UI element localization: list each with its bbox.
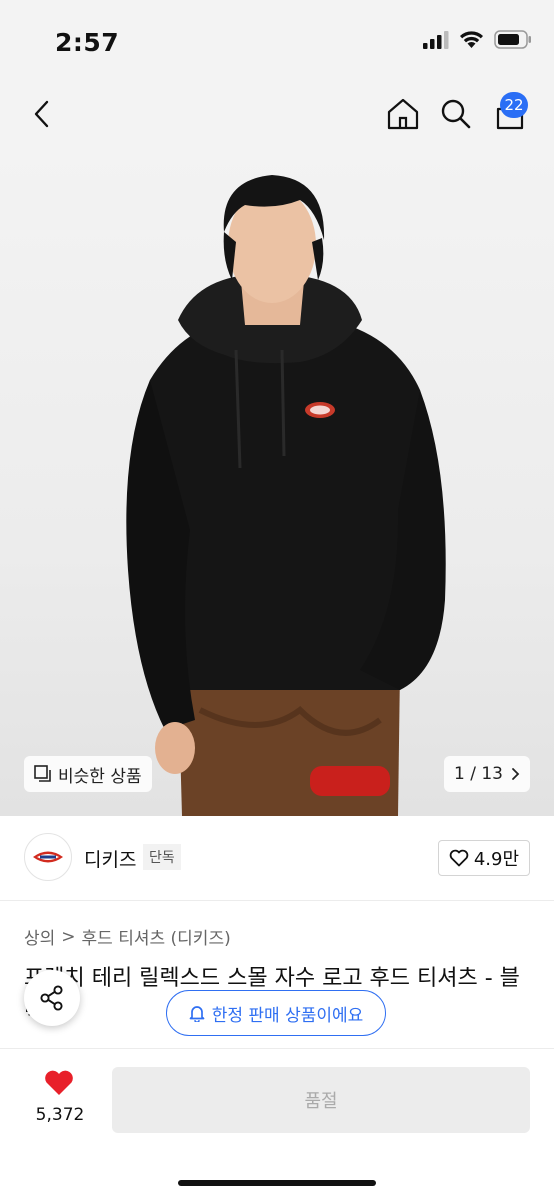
chevron-left-icon [34,100,49,128]
dickies-logo-icon [33,851,63,863]
top-nav-bar [0,80,554,150]
image-page-count: 1 / 13 [454,764,503,784]
home-button[interactable] [383,94,423,134]
wifi-icon [459,30,484,53]
limited-sale-notice[interactable]: 한정 판매 상품이에요 [166,990,386,1036]
search-icon [441,99,471,129]
heart-outline-icon [449,849,469,867]
search-button[interactable] [436,94,476,134]
cart-count-badge: 22 [500,92,528,118]
battery-icon [494,30,532,53]
status-icons [423,30,532,53]
breadcrumb: 상의 > 후드 티셔츠 (디키즈) [24,924,231,950]
product-like-button[interactable] [36,1069,82,1097]
home-indicator [178,1180,376,1186]
breadcrumb-category[interactable]: 상의 [24,924,55,949]
cellular-signal-icon [423,30,449,53]
back-button[interactable] [22,94,62,134]
breadcrumb-separator: > [61,926,76,947]
model-photo [126,175,446,816]
brand-like-button[interactable]: 4.9만 [437,840,530,876]
share-icon [40,985,63,1011]
share-button[interactable] [24,970,80,1026]
bottom-action-bar: 5,372 품절 [0,1048,554,1201]
brand-like-count: 4.9만 [473,849,519,870]
similar-products-label: 비슷한 상품 [58,766,142,787]
brand-name[interactable]: 디키즈 [84,845,136,872]
product-image[interactable] [0,150,554,816]
breadcrumb-subcategory[interactable]: 후드 티셔츠 (디키즈) [82,924,231,949]
similar-products-button[interactable]: 비슷한 상품 [24,756,152,792]
brand-row: 디키즈 단독 4.9만 [0,816,554,901]
similar-items-icon [34,765,51,782]
heart-filled-icon [45,1070,73,1095]
status-bar: 2:57 [0,0,554,80]
product-like-count: 5,372 [35,1105,85,1125]
chevron-right-icon [512,768,520,780]
soldout-button[interactable]: 품절 [112,1067,530,1133]
exclusive-badge: 단독 [143,844,181,870]
brand-logo[interactable] [24,833,72,881]
status-time: 2:57 [55,28,120,57]
home-icon [387,98,419,130]
image-page-indicator[interactable]: 1 / 13 [444,756,530,792]
limited-sale-label: 한정 판매 상품이에요 [211,1005,364,1026]
bell-icon [189,1006,205,1022]
